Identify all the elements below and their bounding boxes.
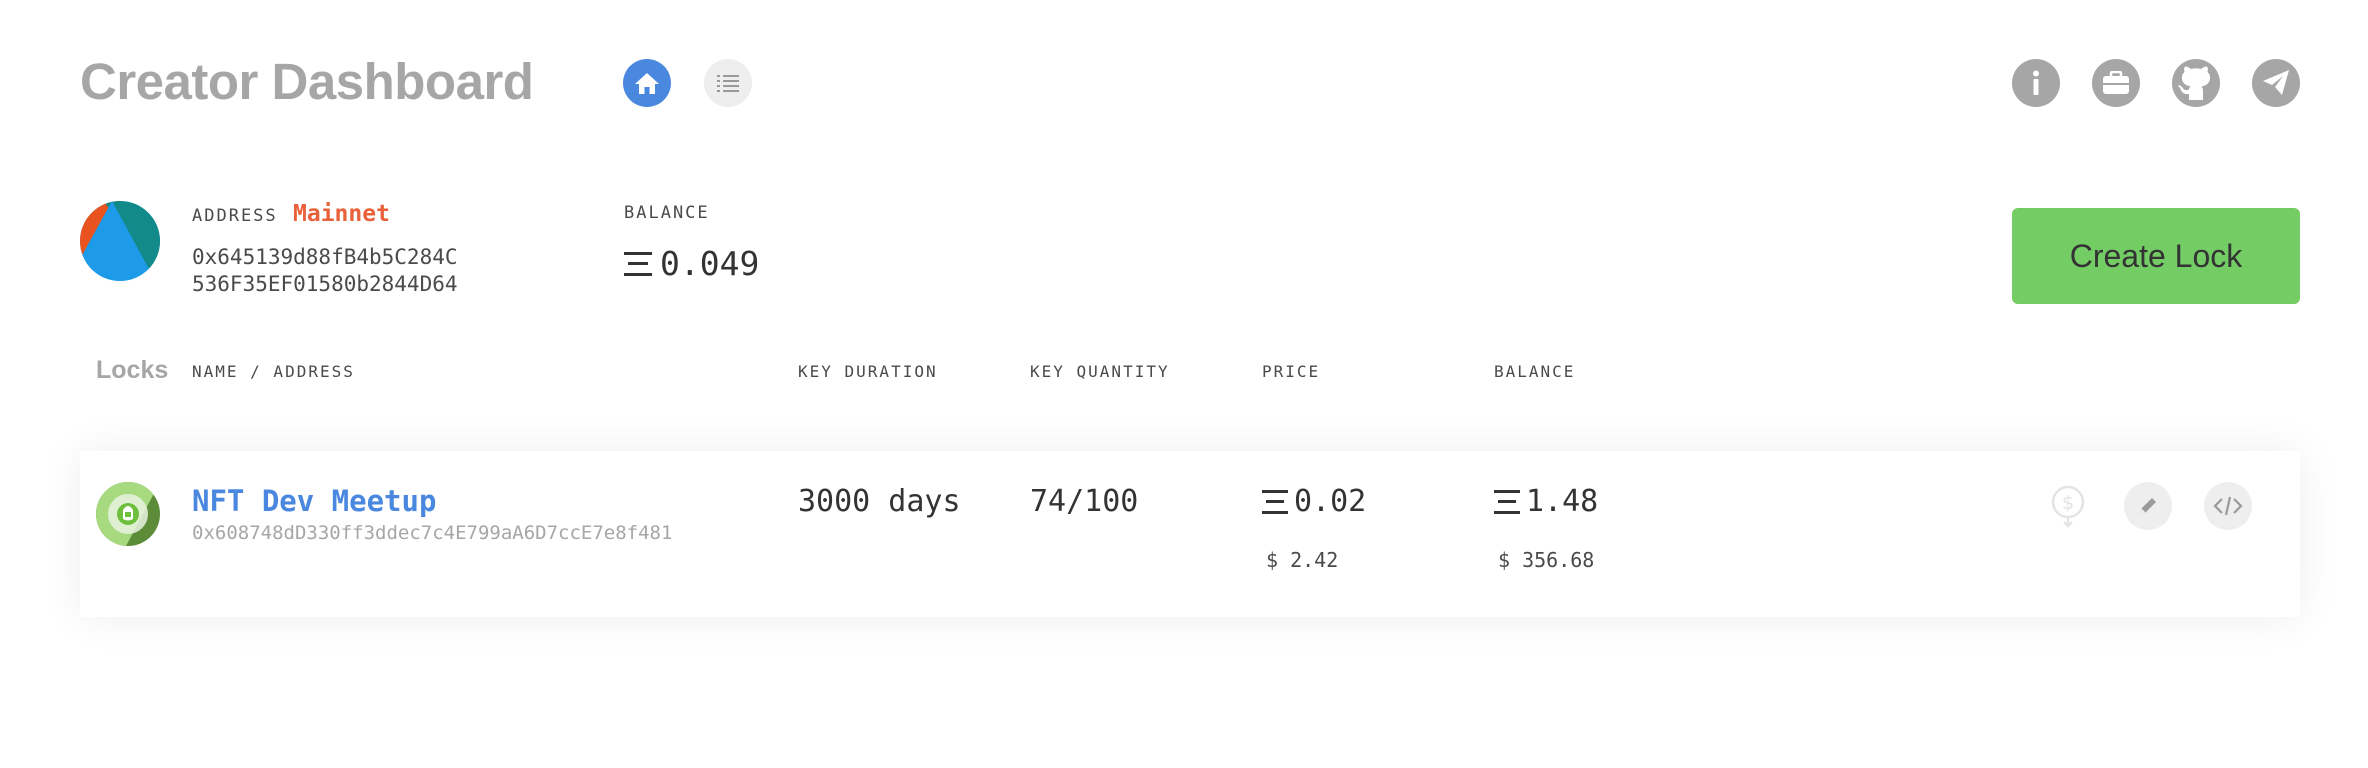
telegram-button[interactable]	[2252, 59, 2300, 107]
account-avatar	[80, 201, 160, 281]
lock-price: 0.02	[1262, 484, 1366, 519]
briefcase-icon	[2103, 71, 2129, 94]
lock-price-usd: $ 2.42	[1266, 548, 1339, 572]
code-icon	[2213, 496, 2243, 516]
jobs-button[interactable]	[2092, 59, 2140, 107]
lock-avatar	[96, 482, 160, 546]
info-icon	[2033, 70, 2039, 95]
account-address-line-1: 0x645139d88fB4b5C284C	[192, 245, 458, 269]
lock-balance-value: 1.48	[1526, 484, 1599, 519]
column-key-duration: KEY DURATION	[798, 362, 938, 381]
lock-name[interactable]: NFT Dev Meetup	[192, 484, 436, 518]
page-title: Creator Dashboard	[80, 53, 534, 110]
locks-label: Locks	[96, 356, 169, 384]
svg-text:$: $	[2062, 492, 2074, 514]
column-name-address: NAME / ADDRESS	[192, 362, 355, 381]
account-balance: 0.049	[624, 244, 759, 283]
eth-icon	[1494, 489, 1520, 514]
lock-key-duration: 3000 days	[798, 484, 961, 519]
pencil-icon	[2140, 498, 2156, 514]
withdraw-icon: $	[2051, 485, 2085, 528]
column-price: PRICE	[1262, 362, 1321, 381]
embed-code-button[interactable]	[2204, 482, 2252, 530]
create-lock-button[interactable]: Create Lock	[2012, 208, 2300, 304]
lock-balance: 1.48	[1494, 484, 1598, 519]
address-label: ADDRESS	[192, 206, 278, 226]
account-address[interactable]: 0x645139d88fB4b5C284C 536F35EF01580b2844…	[192, 244, 458, 298]
github-button[interactable]	[2172, 59, 2220, 107]
info-button[interactable]	[2012, 59, 2060, 107]
lock-price-value: 0.02	[1294, 484, 1367, 519]
telegram-icon	[2263, 70, 2289, 95]
lock-balance-usd: $ 356.68	[1498, 548, 1595, 572]
withdraw-button[interactable]: $	[2044, 482, 2092, 530]
home-icon	[635, 73, 659, 94]
lock-key-quantity: 74/100	[1030, 484, 1139, 519]
list-icon	[717, 75, 739, 92]
eth-icon	[1262, 489, 1288, 514]
column-balance: BALANCE	[1494, 362, 1576, 381]
home-nav-button[interactable]	[623, 59, 671, 107]
eth-icon	[624, 251, 652, 277]
lock-address[interactable]: 0x608748dD330ff3ddec7c4E799aA6D7ccE7e8f4…	[192, 522, 672, 544]
edit-lock-button[interactable]	[2124, 482, 2172, 530]
account-address-line-2: 536F35EF01580b2844D64	[192, 272, 458, 296]
column-key-quantity: KEY QUANTITY	[1030, 362, 1170, 381]
account-balance-value: 0.049	[660, 244, 760, 283]
list-nav-button[interactable]	[704, 59, 752, 107]
github-icon	[2178, 66, 2211, 100]
balance-label: BALANCE	[624, 203, 710, 223]
network-badge: Mainnet	[293, 201, 390, 227]
